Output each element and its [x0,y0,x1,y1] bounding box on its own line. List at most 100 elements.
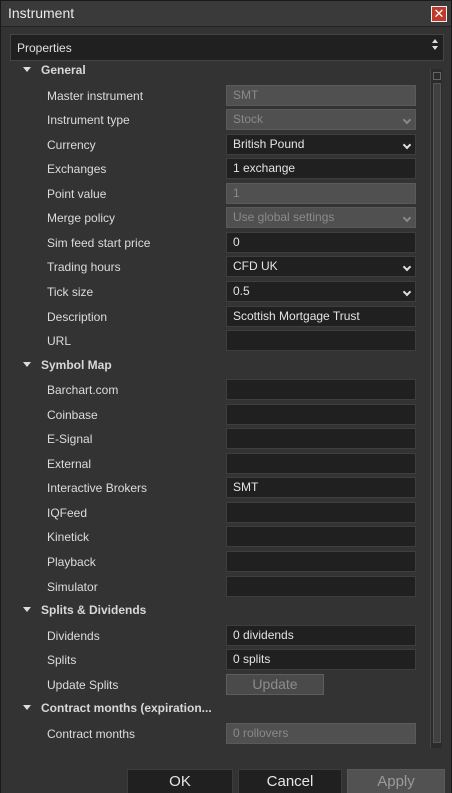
property-label: Splits [47,653,77,667]
properties-header: Properties [10,34,444,61]
cancel-button[interactable]: Cancel [238,769,342,793]
property-label: Contract months [47,727,136,741]
property-row-splits: Splits 0 splits [10,648,430,672]
property-row-update-splits: Update Splits Update [10,673,430,697]
property-row-barchart-com: Barchart.com [10,378,430,402]
collapse-arrow-icon[interactable] [23,705,31,710]
property-label: Trading hours [47,260,121,274]
dialog-footer: OK Cancel Apply [1,756,451,793]
property-row-instrument-type: Instrument type Stock [10,108,430,132]
category-label: General [41,63,86,77]
property-label: Update Splits [47,678,119,692]
property-grid: General Master instrument SMT Instrument ty… [10,62,430,748]
field-barchart-com[interactable] [226,379,416,400]
property-label: Exchanges [47,162,107,176]
property-row-coinbase: Coinbase [10,403,430,427]
field-external[interactable] [226,453,416,474]
property-row-kinetick: Kinetick [10,525,430,549]
update-splits-button[interactable]: Update [226,674,324,695]
property-row-interactive-brokers: Interactive Brokers SMT [10,476,430,500]
dropdown-currency[interactable]: British Pound [226,134,416,155]
category-splits-dividends[interactable]: Splits & Dividends [10,599,430,623]
dropdown-trading-hours[interactable]: CFD UK [226,256,416,277]
property-row-merge-policy: Merge policy Use global settings [10,206,430,230]
property-row-trading-hours: Trading hours CFD UK [10,255,430,279]
field-value: 0 [233,235,240,249]
property-label: Description [47,310,108,324]
field-kinetick[interactable] [226,526,416,547]
property-label: E-Signal [47,432,93,446]
properties-label: Properties [17,41,72,55]
property-row-contract-months: Contract months 0 rollovers [10,722,430,746]
vertical-scrollbar[interactable] [430,69,442,748]
field-description[interactable]: Scottish Mortgage Trust [226,306,416,327]
instrument-window: Instrument ✕ Properties General Master in… [0,0,452,793]
field-e-signal[interactable] [226,428,416,449]
field-interactive-brokers[interactable]: SMT [226,477,416,498]
property-label: Barchart.com [47,383,119,397]
ok-button[interactable]: OK [127,769,233,793]
field-contract-months: 0 rollovers [226,723,416,744]
property-row-url: URL [10,329,430,353]
field-value: Use global settings [233,210,335,224]
category-symbol-map[interactable]: Symbol Map [10,354,430,378]
field-simulator[interactable] [226,576,416,597]
category-general[interactable]: General [10,62,430,83]
category-label: Contract months (expiration... [41,701,212,715]
property-row-dividends: Dividends 0 dividends [10,624,430,648]
category-contract-months-expiration[interactable]: Contract months (expiration... [10,697,430,721]
dropdown-instrument-type: Stock [226,109,416,130]
field-url[interactable] [226,330,416,351]
field-iqfeed[interactable] [226,502,416,523]
property-row-simulator: Simulator [10,575,430,599]
property-row-e-signal: E-Signal [10,427,430,451]
spin-down-icon[interactable] [432,46,438,50]
field-coinbase[interactable] [226,404,416,425]
collapse-arrow-icon[interactable] [23,607,31,612]
field-value: SMT [233,480,259,494]
field-value: 0 rollovers [233,726,289,740]
property-row-playback: Playback [10,550,430,574]
property-label: Master instrument [47,89,144,103]
field-value: Scottish Mortgage Trust [233,309,360,323]
property-label: Dividends [47,629,100,643]
properties-spinner[interactable] [429,36,441,60]
scroll-thumb[interactable] [433,83,441,743]
chevron-down-icon[interactable] [402,262,412,272]
field-dividends[interactable]: 0 dividends [226,625,416,646]
chevron-down-icon[interactable] [402,140,412,150]
property-label: Simulator [47,580,98,594]
chevron-down-icon [402,115,412,125]
apply-button[interactable]: Apply [347,769,445,793]
collapse-arrow-icon[interactable] [23,67,31,72]
property-label: Sim feed start price [47,236,151,250]
field-value: Stock [233,112,264,126]
property-label: Tick size [47,285,94,299]
property-row-currency: Currency British Pound [10,133,430,157]
dropdown-tick-size[interactable]: 0.5 [226,281,416,302]
field-value: 1 exchange [233,161,296,175]
field-value: 1 [233,186,240,200]
close-icon[interactable]: ✕ [431,6,447,22]
field-point-value: 1 [226,183,416,204]
field-value: 0 splits [233,652,271,666]
field-value: 0 dividends [233,628,294,642]
property-label: Kinetick [47,530,90,544]
chevron-down-icon[interactable] [402,287,412,297]
field-splits[interactable]: 0 splits [226,649,416,670]
field-sim-feed-start-price[interactable]: 0 [226,232,416,253]
title-bar: Instrument ✕ [1,1,451,27]
field-value: SMT [233,88,259,102]
field-value: British Pound [233,137,305,151]
scroll-up-icon[interactable] [433,72,441,80]
spin-up-icon[interactable] [432,39,438,43]
property-label: Currency [47,138,96,152]
field-playback[interactable] [226,551,416,572]
window-title: Instrument [8,5,75,21]
property-row-point-value: Point value 1 [10,182,430,206]
property-row-master-instrument: Master instrument SMT [10,84,430,108]
field-exchanges[interactable]: 1 exchange [226,158,416,179]
collapse-arrow-icon[interactable] [23,362,31,367]
field-master-instrument: SMT [226,85,416,106]
category-label: Splits & Dividends [41,603,147,617]
